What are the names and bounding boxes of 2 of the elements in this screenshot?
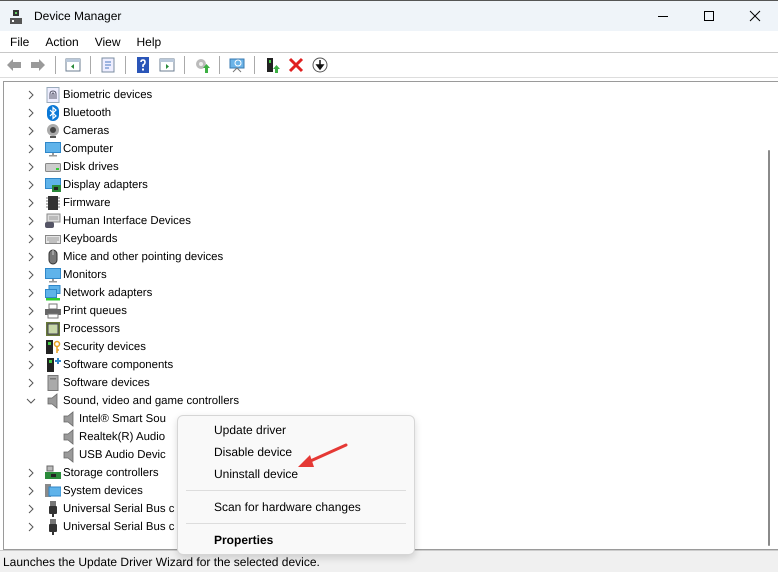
- window-title: Device Manager: [34, 8, 122, 25]
- status-text: Launches the Update Driver Wizard for the selected device.: [0, 550, 778, 572]
